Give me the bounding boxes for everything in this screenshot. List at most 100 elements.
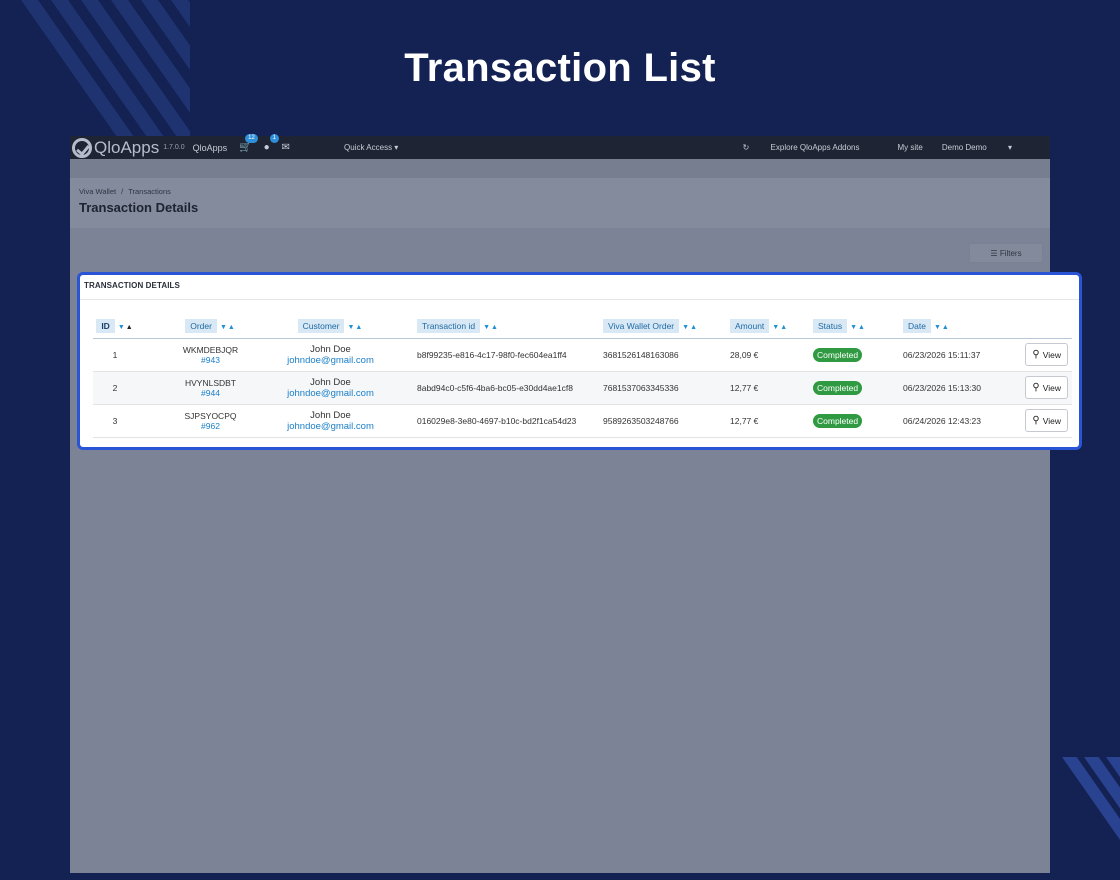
sort-arrows-icon[interactable]: ▼▲ [850,324,866,331]
header-label-viva-order[interactable]: Viva Wallet Order [603,319,680,334]
my-site-link[interactable]: My site [898,143,923,152]
cell-id: 1 [93,338,157,372]
shop-name-link[interactable]: QloApps [193,143,228,153]
breadcrumb-parent[interactable]: Viva Wallet [79,187,116,196]
logo-text: QloApps [94,137,160,157]
shopping-cart-icon: 🛒 [239,142,252,153]
magnifier-icon: ⚲ [1032,349,1040,360]
cell-status: Completed [813,371,903,405]
sort-arrows-icon[interactable]: ▼▲ [682,324,698,331]
admin-window: QloApps 1.7.0.0 QloApps 🛒 12 ● 1 ✉ Quick… [70,134,1050,873]
view-button[interactable]: ⚲ View [1025,376,1068,399]
order-reference: HVYNLSDBT [184,377,236,388]
table-row[interactable]: 3 SJPSYOCPQ #962 John Doe johndoe@gmail.… [93,404,1072,438]
table-row[interactable]: 2 HVYNLSDBT #944 John Doe johndoe@gmail.… [93,371,1072,405]
cell-actions: ⚲ View [1024,404,1072,438]
decorative-stripes-bottom-right [1048,757,1120,847]
status-badge: Completed [813,380,863,395]
column-header-actions [1024,315,1072,339]
header-label-id[interactable]: ID [96,319,115,334]
explore-addons-label: Explore QloApps Addons [770,143,860,152]
customer-email-link[interactable]: johndoe@gmail.com [264,355,397,366]
caret-down-icon: ▾ [1007,143,1012,152]
column-header-status: Status ▼▲ [813,315,903,339]
admin-topbar: QloApps 1.7.0.0 QloApps 🛒 12 ● 1 ✉ Quick… [70,134,1050,159]
column-header-id: ID ▼▲ [93,315,157,339]
sort-arrows-icon[interactable]: ▼▲ [772,324,788,331]
view-button[interactable]: ⚲ View [1025,343,1068,366]
view-label: View [1042,415,1061,426]
cell-customer: John Doe johndoe@gmail.com [264,371,397,405]
column-header-customer: Customer ▼▲ [264,315,397,339]
cell-transaction-id: 016029e8-3e80-4697-b10c-bd2f1ca54d23 [397,404,603,438]
header-label-status[interactable]: Status [813,319,848,334]
column-header-transaction-id: Transaction id ▼▲ [397,315,603,339]
customer-notification[interactable]: ● 1 [264,134,279,153]
puzzle-icon: ↻ [742,143,750,152]
breadcrumb-separator: / [121,187,124,196]
sort-arrows-icon[interactable]: ▼▲ [347,324,363,331]
status-badge: Completed [813,347,863,362]
cell-customer: John Doe johndoe@gmail.com [264,404,397,438]
filters-button[interactable]: ☰ Filters [969,243,1043,263]
cell-actions: ⚲ View [1024,338,1072,372]
header-label-transaction-id[interactable]: Transaction id [417,319,481,334]
sort-arrows-icon[interactable]: ▼▲ [934,324,950,331]
order-number-link[interactable]: #943 [157,355,264,365]
cell-date: 06/23/2026 15:11:37 [903,338,1024,372]
order-reference: SJPSYOCPQ [184,410,237,421]
cell-date: 06/23/2026 15:13:30 [903,371,1024,405]
view-button[interactable]: ⚲ View [1025,409,1068,432]
table-header-row: ID ▼▲ Order ▼▲ Customer ▼▲ Transaction id ▼▲… [93,315,1072,339]
cell-viva-order: 7681537063345336 [603,371,730,405]
view-label: View [1042,349,1061,360]
cell-date: 06/24/2026 12:43:23 [903,404,1024,438]
view-label: View [1042,382,1061,393]
user-menu[interactable]: Demo Demo ▾ [942,143,1031,152]
customer-name: John Doe [310,409,351,421]
breadcrumb-current: Transactions [128,187,171,196]
status-badge: Completed [813,413,863,428]
quick-access-dropdown[interactable]: Quick Access ▾ [344,143,398,152]
sliders-icon: ☰ [990,248,1000,258]
order-number-link[interactable]: #944 [157,388,264,398]
breadcrumb: Viva Wallet / Transactions [79,187,171,196]
messages-notification[interactable]: ✉ [282,142,290,153]
cell-amount: 28,09 € [730,338,813,372]
logo[interactable]: QloApps [72,137,160,158]
cell-order: SJPSYOCPQ #962 [157,404,264,438]
cell-actions: ⚲ View [1024,371,1072,405]
page-title: Transaction Details [79,200,199,215]
explore-addons-link[interactable]: ↻ Explore QloApps Addons [743,143,879,152]
customer-count-badge: 1 [269,134,279,143]
customer-name: John Doe [310,376,351,388]
page-header: Viva Wallet / Transactions Transaction Det… [70,178,1050,228]
caret-down-icon: ▾ [394,143,399,152]
sub-toolbar [70,159,1050,178]
cart-notification[interactable]: 🛒 12 [239,134,258,153]
column-header-date: Date ▼▲ [903,315,1024,339]
sort-arrows-icon[interactable]: ▼▲ [220,324,236,331]
header-label-amount[interactable]: Amount [730,319,770,334]
customer-email-link[interactable]: johndoe@gmail.com [264,421,397,432]
cell-transaction-id: 8abd94c0-c5f6-4ba6-bc05-e30dd4ae1cf8 [397,371,603,405]
cell-viva-order: 3681526148163086 [603,338,730,372]
magnifier-icon: ⚲ [1032,415,1040,426]
header-label-customer[interactable]: Customer [297,319,345,334]
cell-amount: 12,77 € [730,371,813,405]
header-label-date[interactable]: Date [903,319,931,334]
column-header-amount: Amount ▼▲ [730,315,813,339]
qloapps-check-logo-icon [72,137,92,158]
sort-arrows-icon[interactable]: ▼▲ [483,324,499,331]
order-number-link[interactable]: #962 [157,421,264,431]
table-row[interactable]: 1 WKMDEBJQR #943 John Doe johndoe@gmail.… [93,338,1072,372]
customer-email-link[interactable]: johndoe@gmail.com [264,388,397,399]
cell-order: HVYNLSDBT #944 [157,371,264,405]
envelope-icon: ✉ [281,142,291,153]
cart-count-badge: 12 [245,134,258,143]
sort-arrows-icon[interactable]: ▼▲ [118,324,134,331]
header-label-order[interactable]: Order [185,319,217,334]
cell-id: 2 [93,371,157,405]
filters-label: Filters [999,248,1022,258]
quick-access-label: Quick Access [344,143,393,152]
